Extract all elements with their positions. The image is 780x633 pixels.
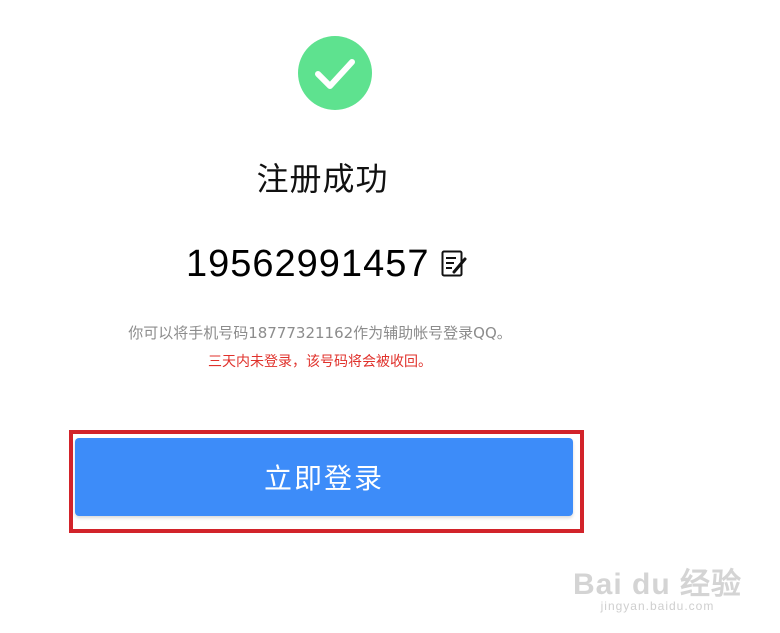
login-button[interactable]: 立即登录 — [75, 438, 573, 516]
watermark-url: jingyan.baidu.com — [600, 599, 715, 613]
success-check-circle — [298, 36, 372, 110]
account-number: 19562991457 — [186, 242, 430, 285]
check-icon — [315, 59, 355, 89]
expiry-warning: 三天内未登录，该号码将会被收回。 — [208, 354, 432, 370]
page-title: 注册成功 — [256, 160, 389, 198]
edit-note-icon[interactable] — [441, 250, 467, 278]
account-row: 19562991457 — [186, 242, 467, 286]
watermark-logo: Bai du 经验 — [572, 568, 742, 601]
auxiliary-account-hint: 你可以将手机号码18777321162作为辅助帐号登录QQ。 — [128, 324, 512, 342]
watermark: Bai du 经验 jingyan.baidu.com — [573, 559, 742, 613]
